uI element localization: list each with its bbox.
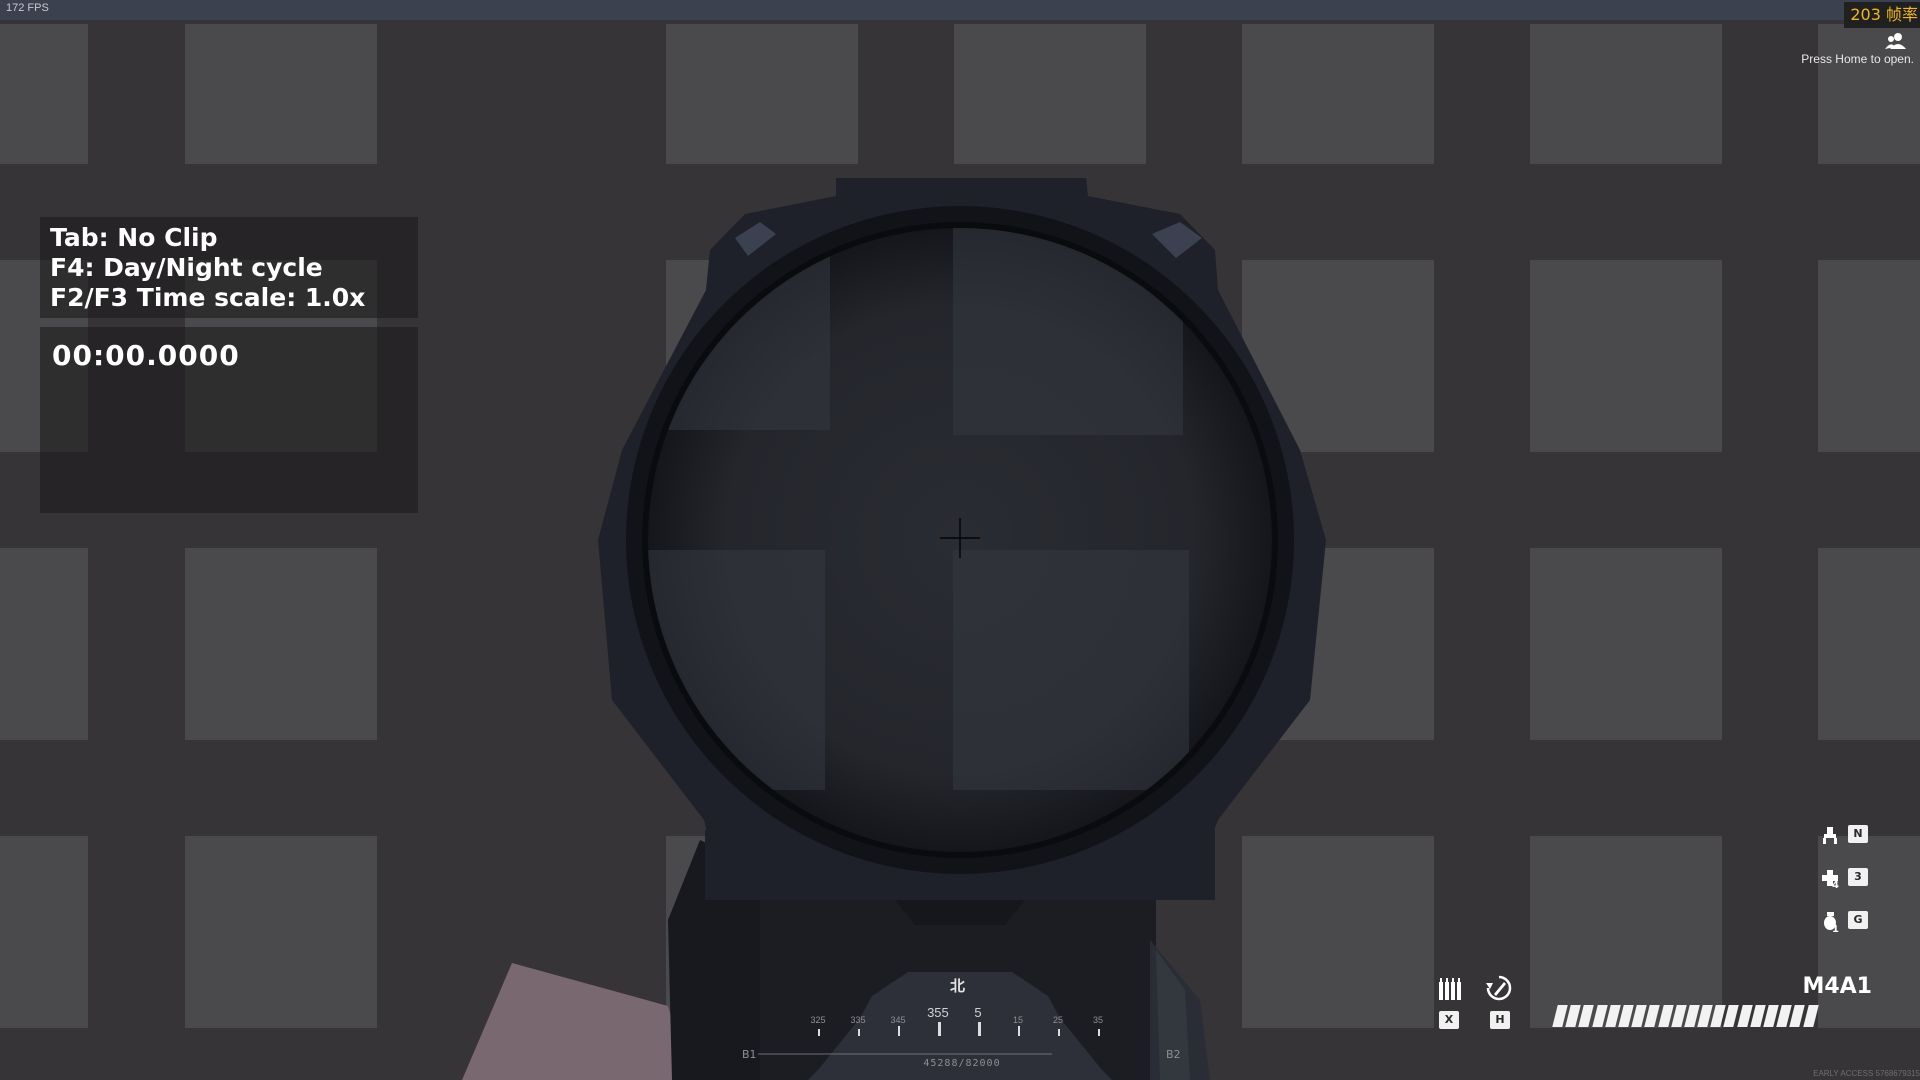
compass-tick <box>1018 1026 1020 1036</box>
weapon-name: M4A1 <box>1802 974 1872 999</box>
medkit-count: 4 <box>1832 880 1839 891</box>
compass-readout: 45288/82000 <box>923 1058 1001 1069</box>
compass-left-marker: B1 <box>742 1048 757 1061</box>
key-badge-fire-mode: H <box>1490 1011 1510 1029</box>
key-badge-medkit: 3 <box>1848 868 1868 886</box>
compass-tick-label: 35 <box>1092 1015 1103 1025</box>
compass-tick <box>858 1029 860 1036</box>
fire-mode-icon <box>1486 975 1512 1001</box>
compass-right-marker: B2 <box>1166 1048 1181 1061</box>
bipod-icon <box>1823 827 1837 844</box>
compass-tick <box>938 1022 941 1036</box>
key-badge-magazines: X <box>1439 1011 1459 1029</box>
ammo-round <box>1802 1005 1819 1027</box>
compass-tick-label: 345 <box>890 1015 906 1025</box>
ammo-round <box>1644 1005 1661 1027</box>
compass-tick <box>818 1029 820 1036</box>
compass-tick-label: 355 <box>927 1005 949 1020</box>
grenade-count: 1 <box>1832 924 1839 935</box>
key-badge-bipod: N <box>1848 825 1868 843</box>
magazines-icon <box>1439 978 1461 1000</box>
ammo-counter <box>1552 1005 1875 1031</box>
ammo-round <box>1789 1005 1806 1027</box>
compass-tick-label: 325 <box>810 1015 826 1025</box>
build-label: EARLY ACCESS 5768679315 <box>1813 1069 1920 1078</box>
compass-tick <box>1098 1029 1100 1036</box>
ammo-round <box>1578 1005 1595 1027</box>
compass-tick-label: 5 <box>974 1005 982 1020</box>
compass-tick-label: 335 <box>850 1015 866 1025</box>
compass-tick <box>898 1026 900 1036</box>
key-badge-grenade: G <box>1848 911 1868 929</box>
compass-bar <box>758 972 1112 1080</box>
compass-tick-label: 15 <box>1012 1015 1023 1025</box>
compass-north-label: 北 <box>950 977 966 995</box>
compass-tick <box>1058 1029 1060 1036</box>
compass-tick-label: 25 <box>1052 1015 1063 1025</box>
compass-tick <box>978 1022 981 1036</box>
